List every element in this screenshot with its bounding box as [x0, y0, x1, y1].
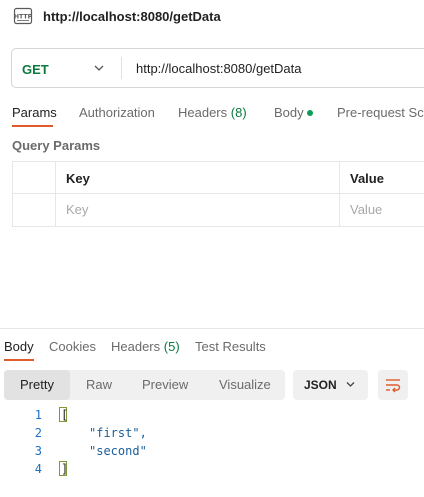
code-line: ] [61, 462, 69, 476]
wrap-lines-icon [386, 379, 401, 393]
tab-body[interactable]: Body [274, 105, 304, 120]
http-request-icon: HTTP [14, 7, 33, 25]
response-tab-headers-count: (5) [163, 339, 180, 354]
view-pretty-button[interactable]: Pretty [20, 377, 54, 392]
tab-pre-request-script[interactable]: Pre-request Scr [337, 105, 424, 120]
code-line: "first", [89, 426, 147, 440]
line-number: 1 [34, 408, 42, 422]
svg-text:HTTP: HTTP [14, 14, 33, 21]
tab-headers-count: (8) [230, 105, 247, 120]
response-tab-test-results[interactable]: Test Results [195, 339, 266, 354]
active-tab-indicator [4, 359, 34, 361]
url-input[interactable]: http://localhost:8080/getData [136, 61, 302, 76]
line-number: 4 [34, 462, 42, 476]
response-tab-headers[interactable]: Headers (5) [111, 339, 180, 354]
table-divider [55, 161, 56, 227]
url-divider [121, 57, 122, 79]
table-divider [339, 161, 340, 227]
view-raw-button[interactable]: Raw [86, 377, 112, 392]
tab-params[interactable]: Params [12, 105, 57, 120]
format-select-label: JSON [304, 378, 337, 392]
code-line: "second" [89, 444, 147, 458]
param-value-input[interactable]: Value [350, 202, 382, 217]
active-tab-indicator [12, 125, 53, 127]
line-number: 3 [34, 444, 42, 458]
column-header-key: Key [66, 171, 90, 186]
param-key-input[interactable]: Key [66, 202, 88, 217]
code-line: [ [61, 408, 69, 422]
request-tab-title[interactable]: http://localhost:8080/getData [43, 9, 221, 24]
line-number: 2 [34, 426, 42, 440]
tab-headers[interactable]: Headers (8) [178, 105, 247, 120]
response-tab-headers-label: Headers [111, 339, 161, 354]
response-pane-divider[interactable] [0, 328, 424, 329]
view-visualize-button[interactable]: Visualize [219, 377, 271, 392]
response-tab-body[interactable]: Body [4, 339, 34, 354]
table-divider [12, 193, 424, 194]
tab-authorization[interactable]: Authorization [79, 105, 155, 120]
body-indicator-dot [307, 110, 313, 116]
tab-headers-label: Headers [178, 105, 228, 120]
method-select[interactable]: GET [22, 62, 49, 77]
chevron-down-icon [346, 382, 355, 387]
response-tab-cookies[interactable]: Cookies [49, 339, 96, 354]
query-params-heading: Query Params [12, 138, 101, 153]
view-preview-button[interactable]: Preview [142, 377, 188, 392]
column-header-value: Value [350, 171, 384, 186]
chevron-down-icon[interactable] [93, 63, 105, 73]
